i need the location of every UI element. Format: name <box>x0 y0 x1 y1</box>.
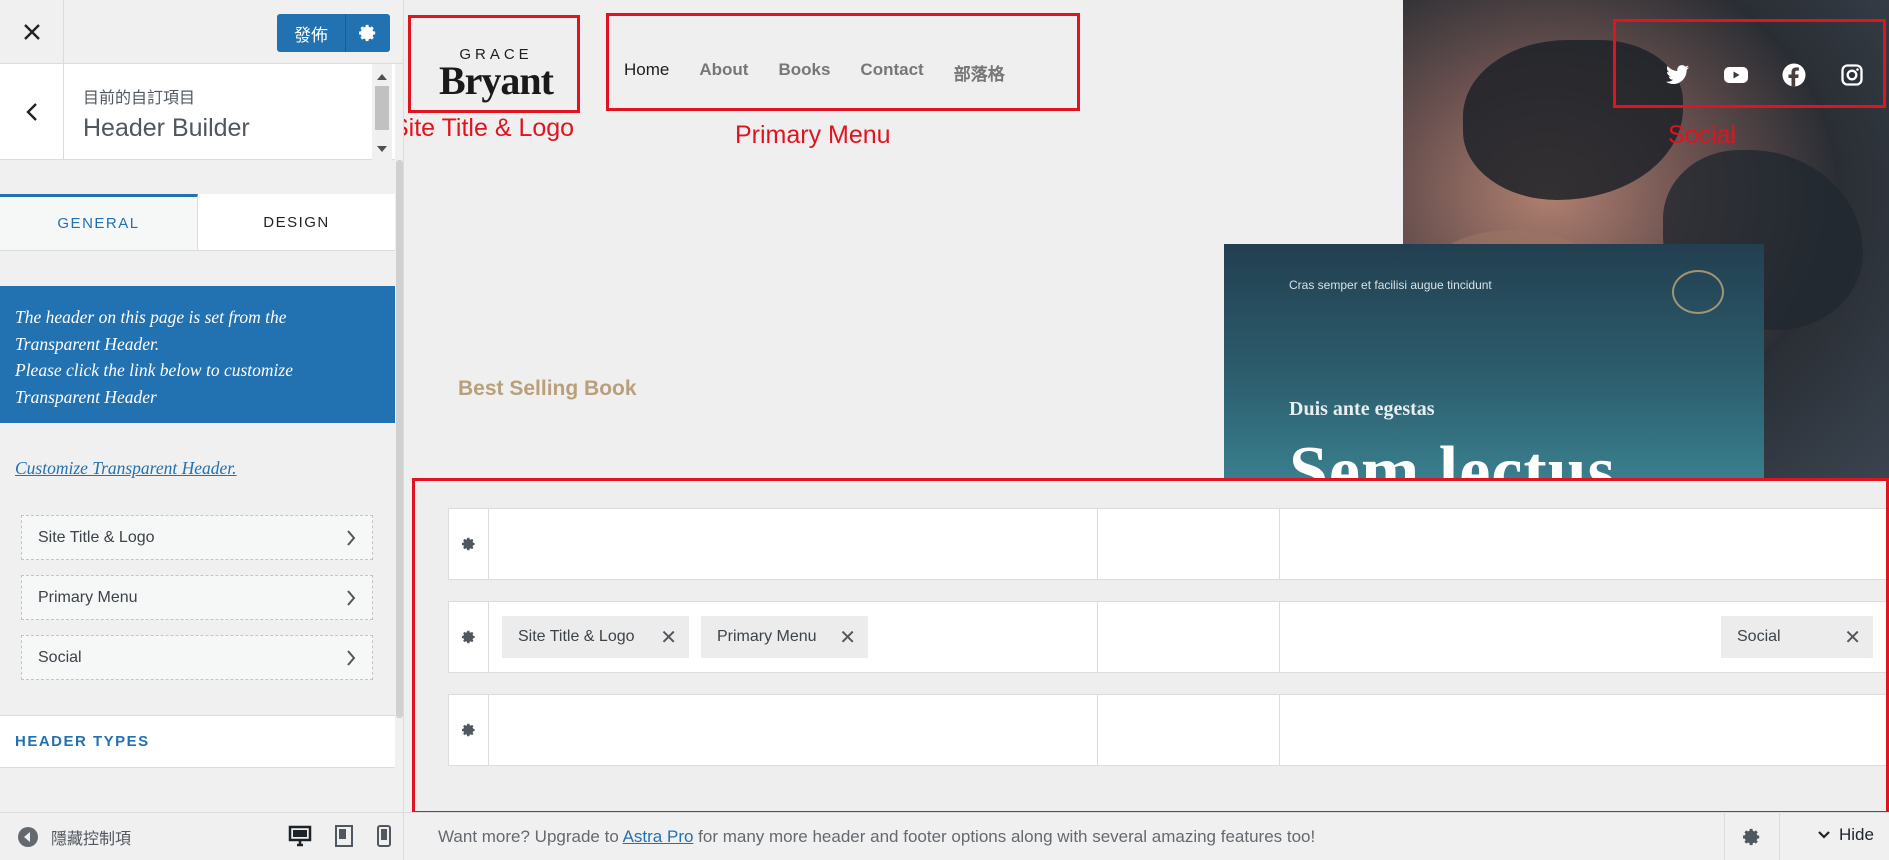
publish-settings-button[interactable] <box>345 14 390 52</box>
component-label: Social <box>38 648 82 666</box>
hide-builder-button[interactable]: Hide <box>1817 825 1874 845</box>
upgrade-text: Want more? Upgrade to <box>438 826 623 846</box>
upgrade-message: Want more? Upgrade to Astra Pro for many… <box>404 827 1315 847</box>
settings-tabs: GENERAL DESIGN <box>0 194 395 251</box>
chevron-left-icon <box>25 103 37 121</box>
astra-pro-link[interactable]: Astra Pro <box>623 827 694 846</box>
notice-line: Please click the link below to customize <box>15 360 293 380</box>
collapse-arrow-icon <box>18 826 38 847</box>
chevron-right-icon <box>347 529 356 546</box>
sidebar-header: 發佈 <box>0 0 403 64</box>
annotation-box-builder <box>412 478 1889 812</box>
annotation-label-logo: Site Title & Logo <box>404 114 575 142</box>
annotation-label-menu: Primary Menu <box>735 121 891 149</box>
book-cover: Cras semper et facilisi augue tincidunt … <box>1224 244 1764 480</box>
component-site-title-logo[interactable]: Site Title & Logo <box>21 515 373 560</box>
tab-general[interactable]: GENERAL <box>0 194 198 250</box>
component-label: Primary Menu <box>38 588 138 606</box>
annotation-label-social: Social <box>1668 121 1737 149</box>
section-title: Header Builder <box>83 114 250 142</box>
transparent-header-notice: The header on this page is set from the … <box>0 286 395 423</box>
header-types-heading: HEADER TYPES <box>0 715 395 768</box>
tab-design[interactable]: DESIGN <box>198 194 395 250</box>
notice-line: Transparent Header. <box>15 333 160 354</box>
mobile-icon[interactable] <box>376 825 392 847</box>
builder-footer: Want more? Upgrade to Astra Pro for many… <box>404 812 1889 860</box>
customizer-sidebar: 發佈 目前的自訂項目 Header Builder GENERAL DESIGN… <box>0 0 404 860</box>
gear-icon <box>1743 828 1760 846</box>
award-laurel-icon <box>1672 270 1724 314</box>
chevron-down-icon <box>1818 831 1830 839</box>
site-preview: Cras semper et facilisi augue tincidunt … <box>404 0 1889 812</box>
component-primary-menu[interactable]: Primary Menu <box>21 575 373 620</box>
component-social[interactable]: Social <box>21 635 373 680</box>
notice-line: The header on this page is set from the <box>15 307 287 327</box>
notice-line: Transparent Header <box>15 386 157 407</box>
book-subtitle: Duis ante egestas <box>1289 398 1435 420</box>
scroll-thumb[interactable] <box>375 86 389 130</box>
scroll-down-icon <box>377 146 387 152</box>
chevron-right-icon <box>347 589 356 606</box>
component-label: Site Title & Logo <box>38 528 155 546</box>
annotation-box-menu <box>606 13 1080 111</box>
customize-transparent-header-link[interactable]: Customize Transparent Header. <box>15 458 237 479</box>
hide-controls-label: 隱藏控制項 <box>51 828 132 848</box>
section-scrollbar[interactable] <box>372 64 392 160</box>
tablet-icon[interactable] <box>334 825 354 847</box>
scroll-up-icon <box>377 74 387 80</box>
hide-controls-button[interactable]: 隱藏控制項 <box>0 825 131 849</box>
annotation-box-social <box>1613 19 1886 108</box>
sidebar-scrollbar[interactable] <box>395 160 403 718</box>
close-customizer-button[interactable] <box>0 0 64 64</box>
publish-group: 發佈 <box>277 14 390 52</box>
desktop-icon[interactable] <box>288 825 312 847</box>
gear-icon <box>359 24 376 42</box>
annotation-box-logo <box>408 15 580 113</box>
section-header: 目前的自訂項目 Header Builder <box>0 64 395 160</box>
builder-settings-button[interactable] <box>1724 813 1780 860</box>
chevron-right-icon <box>347 649 356 666</box>
device-preview-buttons <box>288 825 392 847</box>
upgrade-text: for many more header and footer options … <box>693 826 1316 846</box>
sidebar-footer: 隱藏控制項 <box>0 812 403 860</box>
book-top-text: Cras semper et facilisi augue tincidunt <box>1289 278 1492 292</box>
section-subtitle: 目前的自訂項目 <box>83 88 196 107</box>
best-selling-heading: Best Selling Book <box>458 377 637 400</box>
back-button[interactable] <box>0 64 64 160</box>
close-icon <box>23 24 40 40</box>
book-title: Sem lectus <box>1289 433 1616 480</box>
scroll-thumb[interactable] <box>396 160 403 718</box>
publish-button[interactable]: 發佈 <box>277 14 345 52</box>
hide-label: Hide <box>1839 825 1874 844</box>
